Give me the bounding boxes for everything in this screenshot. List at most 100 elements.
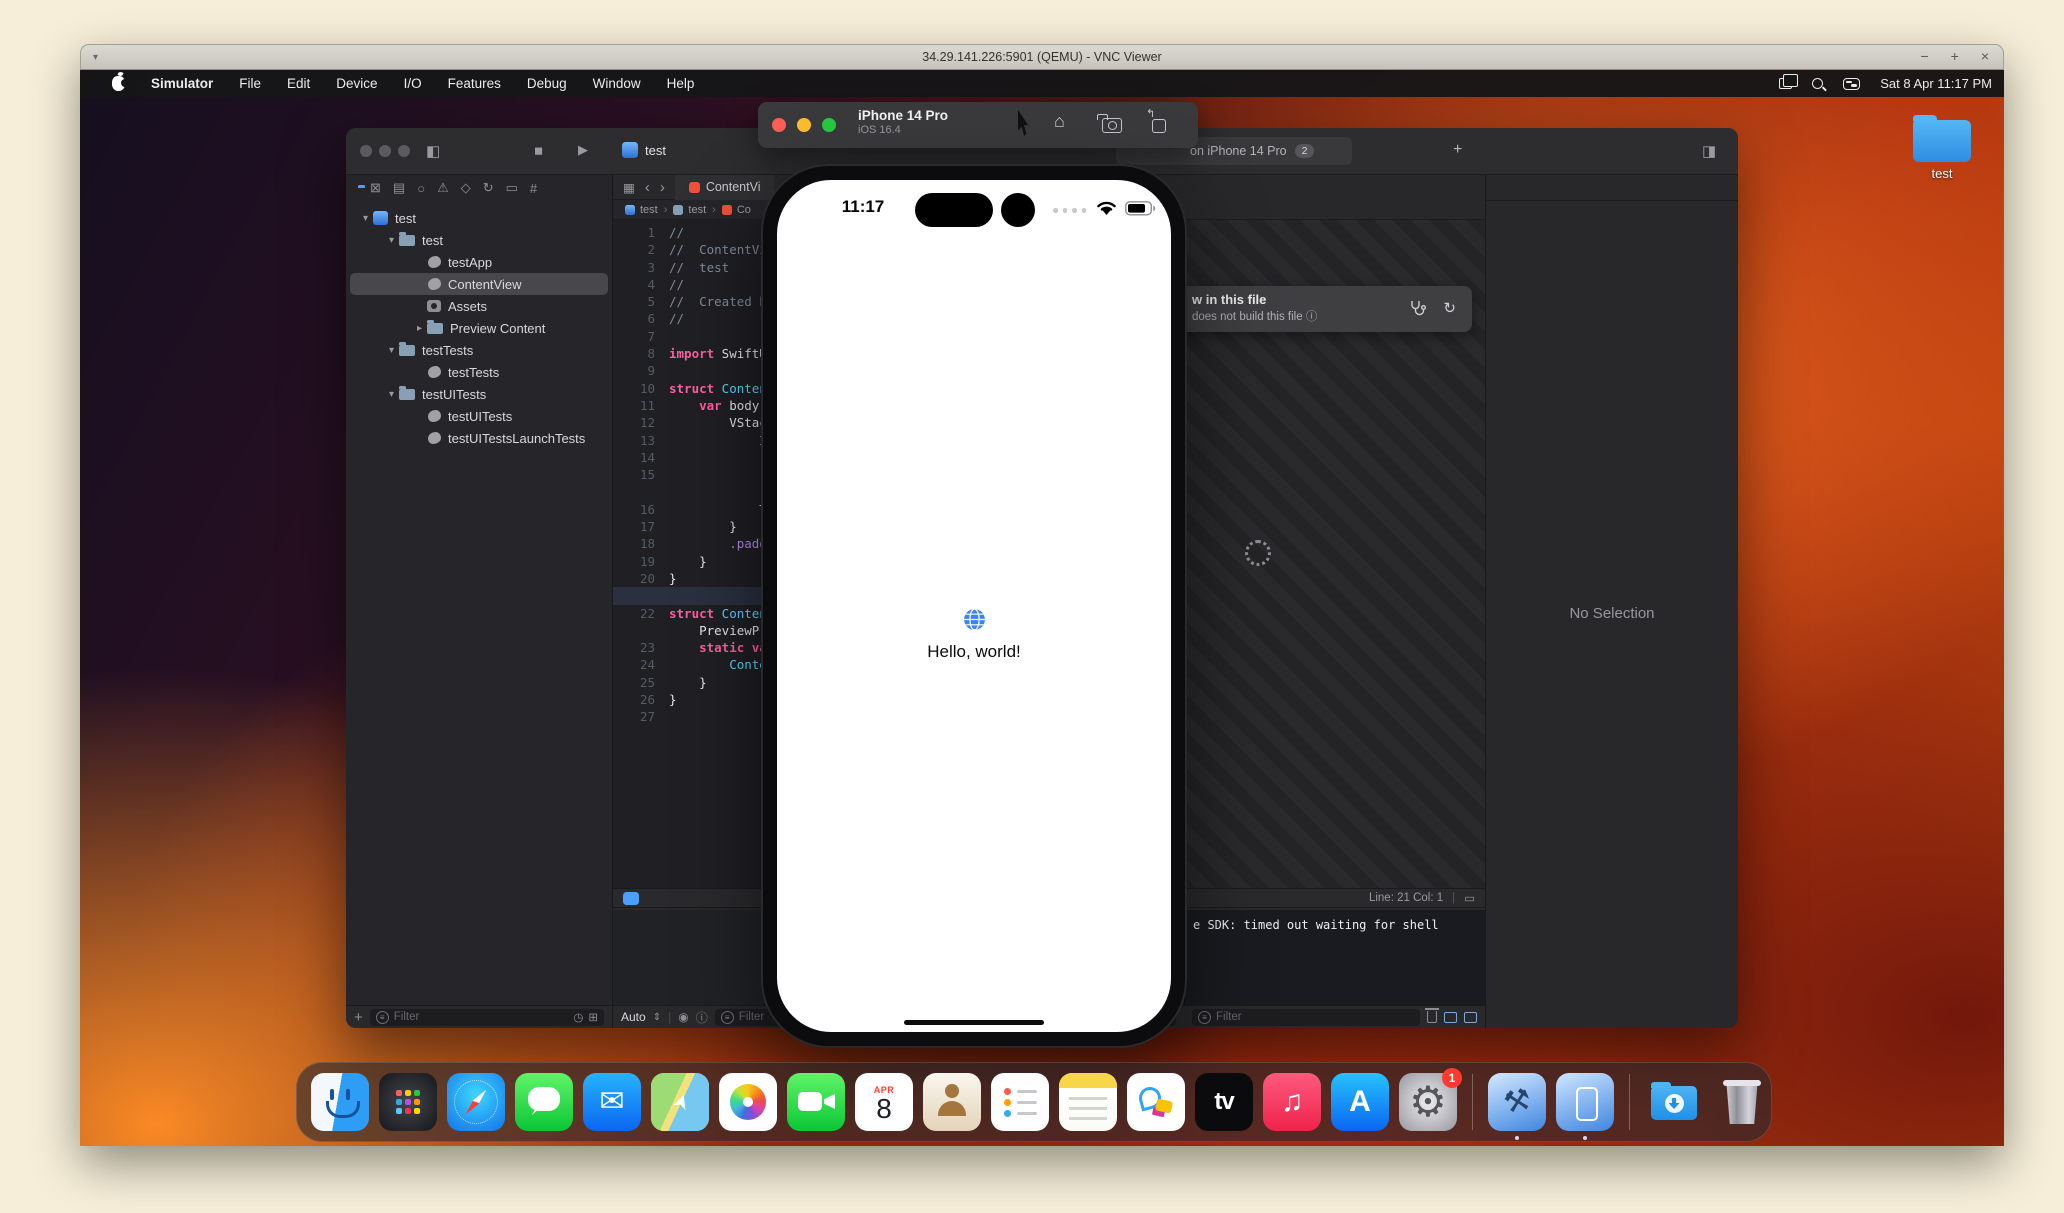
navigator-item-testtests[interactable]: testTests [350, 361, 608, 383]
dock-item-trash[interactable] [1713, 1073, 1771, 1131]
iphone-screen[interactable]: 11:17 [777, 180, 1171, 1032]
dock-item-xcode[interactable]: ⚒ [1488, 1073, 1546, 1131]
navigator-tab-issues[interactable]: ⚠ [437, 180, 449, 196]
menu-item[interactable]: Device [336, 76, 377, 91]
dock-item-tv[interactable]: tv [1195, 1073, 1253, 1131]
desktop-folder-test[interactable]: test [1902, 112, 1982, 181]
dock-item-messages[interactable] [515, 1073, 573, 1131]
navigator-item-testapp[interactable]: testApp [350, 251, 608, 273]
disclosure-chevron-icon[interactable]: ▾ [384, 235, 399, 246]
simulator-toolbar[interactable]: iPhone 14 Pro iOS 16.4 ⌂ [758, 102, 1198, 148]
apple-menu-icon[interactable] [112, 76, 125, 91]
navigator-tab-source-control[interactable]: ⊠ [370, 180, 381, 196]
dock-item-reminders[interactable] [991, 1073, 1049, 1131]
navigator-item-testuitests[interactable]: testUITests [350, 405, 608, 427]
disclosure-chevron-icon[interactable]: ▾ [384, 389, 399, 400]
editor-grid-icon[interactable]: ▦ [623, 180, 635, 195]
simulator-zoom-button[interactable] [822, 118, 836, 132]
forward-icon[interactable]: › [660, 179, 665, 196]
clear-console-icon[interactable] [1427, 1011, 1437, 1023]
menu-item[interactable]: Edit [287, 76, 310, 91]
dock-item-calendar[interactable]: APR 8 [855, 1073, 913, 1131]
crumb-project[interactable]: test [625, 204, 658, 216]
dock-item-notes[interactable] [1059, 1073, 1117, 1131]
home-indicator[interactable] [904, 1020, 1044, 1025]
stage-manager-icon[interactable] [1779, 78, 1792, 89]
project-tab[interactable]: test [622, 142, 666, 158]
menu-bar-clock[interactable]: Sat 8 Apr 11:17 PM [1880, 76, 1992, 91]
navigator-item-testtests-group[interactable]: ▾ testTests [350, 339, 608, 361]
add-file-button[interactable]: + [354, 1009, 363, 1026]
console-pane-toggle-icon[interactable] [1464, 1012, 1477, 1023]
disclosure-chevron-icon[interactable]: ▾ [384, 345, 399, 356]
menu-item[interactable]: Features [448, 76, 501, 91]
scm-filter-icon[interactable]: ⊞ [588, 1010, 598, 1024]
dock-item-contacts[interactable] [923, 1073, 981, 1131]
dock-item-finder[interactable] [311, 1073, 369, 1131]
dock-item-safari[interactable] [447, 1073, 505, 1131]
navigator-tab-debug[interactable]: ↻ [483, 180, 494, 196]
info-icon[interactable]: ⓘ [1306, 311, 1318, 323]
simulator-minimize-button[interactable] [797, 118, 811, 132]
dock-item-facetime[interactable] [787, 1073, 845, 1131]
dock-item-settings[interactable]: ⚙ 1 [1399, 1073, 1457, 1131]
editor-tab-contentview[interactable]: ContentVi [675, 175, 775, 200]
menu-item[interactable]: Debug [527, 76, 567, 91]
scope-selector[interactable]: Auto [621, 1010, 646, 1024]
vnc-minimize-button[interactable]: − [1920, 48, 1928, 64]
navigator-item-contentview[interactable]: ContentView [350, 273, 608, 295]
navigator-tab-reports[interactable]: # [530, 181, 537, 196]
dock-item-photos[interactable] [719, 1073, 777, 1131]
dock-item-simulator[interactable] [1556, 1073, 1614, 1131]
editor-only-icon[interactable]: ▭ [1464, 891, 1475, 905]
navigator-item-testuitestslaunchtests[interactable]: testUITestsLaunchTests [350, 427, 608, 449]
breakpoints-toggle-icon[interactable] [623, 892, 639, 905]
spotlight-search-icon[interactable] [1812, 78, 1823, 89]
console-output[interactable]: e SDK: timed out waiting for shell [1184, 910, 1485, 1005]
navigator-tab-breakpoints[interactable]: ▭ [506, 180, 518, 196]
disclosure-chevron-icon[interactable]: ▸ [412, 323, 427, 334]
window-minimize-button[interactable] [379, 145, 391, 157]
info-icon[interactable]: ⓘ [696, 1009, 708, 1026]
navigator-tab-symbols[interactable]: ▤ [393, 180, 405, 196]
dock-item-mail[interactable]: ✉ [583, 1073, 641, 1131]
navigator-item-testuitests-group[interactable]: ▾ testUITests [350, 383, 608, 405]
run-button[interactable]: ▶ [578, 142, 588, 158]
back-icon[interactable]: ‹ [645, 179, 650, 196]
variables-pane-toggle-icon[interactable] [1444, 1012, 1457, 1023]
show-only-icon[interactable]: ◉ [678, 1010, 688, 1024]
navigator-toggle-icon[interactable]: ◧ [426, 142, 440, 160]
vnc-close-button[interactable]: × [1981, 48, 1989, 64]
add-tab-button[interactable]: + [1453, 141, 1462, 159]
navigator-tab-find[interactable]: ○ [417, 181, 425, 196]
menu-item[interactable]: Help [667, 76, 695, 91]
diagnostics-icon[interactable] [1409, 299, 1426, 320]
disclosure-chevron-icon[interactable]: ▾ [358, 213, 373, 224]
navigator-item-assets[interactable]: Assets [350, 295, 608, 317]
vnc-maximize-button[interactable]: + [1951, 48, 1959, 64]
window-zoom-button[interactable] [398, 145, 410, 157]
simulator-close-button[interactable] [772, 118, 786, 132]
navigator-item-test-project[interactable]: ▾ test [350, 207, 608, 229]
rotate-icon[interactable] [1152, 119, 1166, 133]
vnc-titlebar[interactable]: ▾ 34.29.141.226:5901 (QEMU) - VNC Viewer… [80, 44, 2004, 70]
menu-item[interactable]: I/O [404, 76, 422, 91]
inspector-toggle-icon[interactable]: ◨ [1702, 142, 1716, 160]
navigator-filter-field[interactable]: ≡ Filter ◷ ⊞ [370, 1009, 604, 1026]
refresh-preview-icon[interactable]: ↻ [1443, 299, 1456, 317]
dock-item-divider-1[interactable] [1472, 1074, 1473, 1130]
dock-item-maps[interactable] [651, 1073, 709, 1131]
navigator-item-preview-content[interactable]: ▸ Preview Content [350, 317, 608, 339]
navigator-item-test-group[interactable]: ▾ test [350, 229, 608, 251]
menu-item[interactable]: File [239, 76, 261, 91]
screenshot-icon[interactable] [1102, 118, 1122, 133]
menu-app-simulator[interactable]: Simulator [151, 76, 213, 91]
stop-button[interactable]: ◼ [534, 144, 543, 157]
dock-item-music[interactable]: ♫ [1263, 1073, 1321, 1131]
dock-item-launchpad[interactable] [379, 1073, 437, 1131]
window-close-button[interactable] [360, 145, 372, 157]
console-filter-field[interactable]: ≡ Filter [1192, 1009, 1420, 1026]
recent-files-filter-icon[interactable]: ◷ [573, 1010, 583, 1024]
dock-item-downloads[interactable] [1645, 1073, 1703, 1131]
menu-item[interactable]: Window [593, 76, 641, 91]
